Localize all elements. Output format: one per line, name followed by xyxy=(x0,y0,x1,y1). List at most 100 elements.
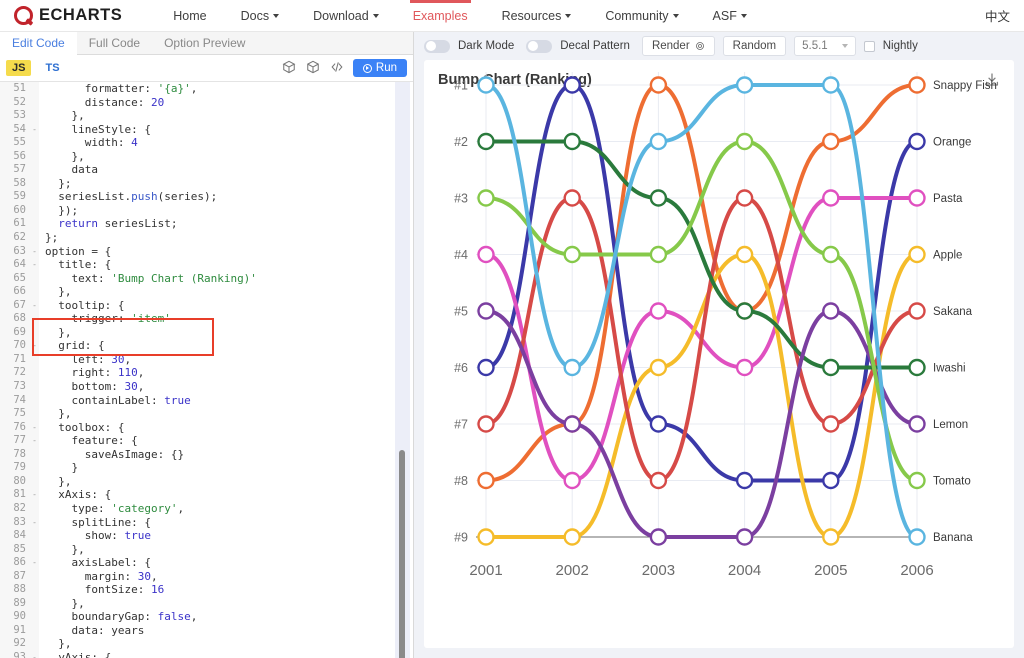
series-point[interactable] xyxy=(477,358,495,377)
fold-toggle[interactable] xyxy=(30,529,39,543)
fold-toggle[interactable] xyxy=(30,217,39,232)
fold-toggle[interactable] xyxy=(30,637,39,651)
lang-ts-button[interactable]: TS xyxy=(39,60,65,76)
series-point[interactable] xyxy=(649,245,668,264)
fold-toggle[interactable] xyxy=(30,501,39,516)
code-line[interactable]: 89 }, xyxy=(0,596,413,611)
series-point[interactable] xyxy=(563,189,581,207)
series-point[interactable] xyxy=(477,245,495,264)
code-line[interactable]: 57 data xyxy=(0,163,413,177)
code-line[interactable]: 85 }, xyxy=(0,542,413,557)
code-line[interactable]: 63- option = { xyxy=(0,244,413,259)
series-point[interactable] xyxy=(477,471,495,490)
series-point[interactable] xyxy=(822,132,840,151)
nav-item-download[interactable]: Download xyxy=(296,0,396,31)
code-line[interactable]: 62}; xyxy=(0,231,413,245)
fold-toggle[interactable] xyxy=(30,136,39,150)
series-point[interactable] xyxy=(735,132,754,151)
fold-toggle[interactable]: - xyxy=(30,339,39,353)
code-line[interactable]: 73 bottom: 30, xyxy=(0,380,413,394)
series-point[interactable] xyxy=(735,189,754,207)
series-point[interactable] xyxy=(735,76,754,94)
code-line[interactable]: 84 show: true xyxy=(0,529,413,543)
cube-icon[interactable] xyxy=(301,60,325,77)
code-line[interactable]: 56 }, xyxy=(0,149,413,164)
code-line[interactable]: 77- feature: { xyxy=(0,434,413,448)
fold-toggle[interactable]: - xyxy=(30,122,39,137)
series-point[interactable] xyxy=(908,415,926,433)
code-line[interactable]: 76- toolbox: { xyxy=(0,420,413,435)
dark-mode-toggle[interactable] xyxy=(424,39,450,53)
chart-series[interactable]: Apple xyxy=(477,245,963,546)
fold-toggle[interactable] xyxy=(30,583,39,597)
code-line[interactable]: 51 formatter: '{a}', xyxy=(0,82,413,96)
run-button[interactable]: Run xyxy=(352,59,407,77)
fold-toggle[interactable] xyxy=(30,461,39,475)
code-line[interactable]: 53 }, xyxy=(0,109,413,123)
code-line[interactable]: 68 trigger: 'item' xyxy=(0,312,413,326)
code-line[interactable]: 59 seriesList.push(series); xyxy=(0,190,413,204)
code-line[interactable]: 55 width: 4 xyxy=(0,136,413,150)
series-point[interactable] xyxy=(822,245,840,264)
code-line[interactable]: 67- tooltip: { xyxy=(0,298,413,313)
code-line[interactable]: 71 left: 30, xyxy=(0,352,413,367)
fold-toggle[interactable] xyxy=(30,610,39,624)
series-point[interactable] xyxy=(563,245,581,264)
editor-scrollbar-thumb[interactable] xyxy=(399,450,405,658)
nav-item-community[interactable]: Community xyxy=(588,0,695,31)
nav-item-resources[interactable]: Resources xyxy=(485,0,589,31)
fold-toggle[interactable] xyxy=(30,271,39,286)
fold-toggle[interactable] xyxy=(30,623,39,638)
code-line[interactable]: 70- grid: { xyxy=(0,339,413,353)
nav-item-examples[interactable]: Examples xyxy=(396,0,485,31)
series-point[interactable] xyxy=(649,302,668,320)
code-line[interactable]: 91 data: years xyxy=(0,623,413,638)
code-line[interactable]: 90 boundaryGap: false, xyxy=(0,610,413,624)
decal-pattern-toggle[interactable] xyxy=(526,39,553,53)
nav-item-asf[interactable]: ASF xyxy=(696,0,764,31)
fold-toggle[interactable] xyxy=(30,203,39,218)
series-point[interactable] xyxy=(822,189,840,207)
fold-toggle[interactable]: - xyxy=(30,650,39,658)
series-point[interactable] xyxy=(822,528,840,546)
code-line[interactable]: 74 containLabel: true xyxy=(0,393,413,408)
fold-toggle[interactable] xyxy=(30,82,39,96)
series-point[interactable] xyxy=(649,415,668,433)
fold-toggle[interactable] xyxy=(30,474,39,489)
series-point[interactable] xyxy=(649,76,668,94)
code-brackets-icon[interactable] xyxy=(325,60,349,77)
code-line[interactable]: 81- xAxis: { xyxy=(0,488,413,502)
series-point[interactable] xyxy=(649,189,668,207)
series-point[interactable] xyxy=(822,471,840,490)
fold-toggle[interactable] xyxy=(30,190,39,204)
lang-js-button[interactable]: JS xyxy=(6,60,32,76)
code-line[interactable]: 61 return seriesList; xyxy=(0,217,413,232)
nav-item-docs[interactable]: Docs xyxy=(224,0,296,31)
series-point[interactable] xyxy=(649,471,668,490)
fold-toggle[interactable] xyxy=(30,393,39,408)
series-point[interactable] xyxy=(908,358,926,377)
fold-toggle[interactable] xyxy=(30,231,39,245)
fold-toggle[interactable] xyxy=(30,325,39,340)
version-select[interactable]: 5.5.1 xyxy=(794,36,856,56)
series-point[interactable] xyxy=(477,528,495,546)
series-point[interactable] xyxy=(908,302,926,320)
series-point[interactable] xyxy=(908,76,926,94)
fold-toggle[interactable] xyxy=(30,542,39,557)
series-line[interactable] xyxy=(484,252,919,540)
series-point[interactable] xyxy=(735,471,754,490)
code-line[interactable]: 80 }, xyxy=(0,474,413,489)
code-line[interactable]: 79 } xyxy=(0,461,413,475)
series-point[interactable] xyxy=(822,302,840,320)
series-point[interactable] xyxy=(563,471,581,490)
code-line[interactable]: 66 }, xyxy=(0,285,413,299)
series-point[interactable] xyxy=(563,528,581,546)
series-point[interactable] xyxy=(735,302,754,320)
code-line[interactable]: 87 margin: 30, xyxy=(0,569,413,584)
fold-toggle[interactable] xyxy=(30,596,39,611)
fold-toggle[interactable] xyxy=(30,149,39,164)
fold-toggle[interactable]: - xyxy=(30,420,39,435)
series-point[interactable] xyxy=(563,415,581,433)
fold-toggle[interactable] xyxy=(30,95,39,110)
fold-toggle[interactable] xyxy=(30,366,39,381)
